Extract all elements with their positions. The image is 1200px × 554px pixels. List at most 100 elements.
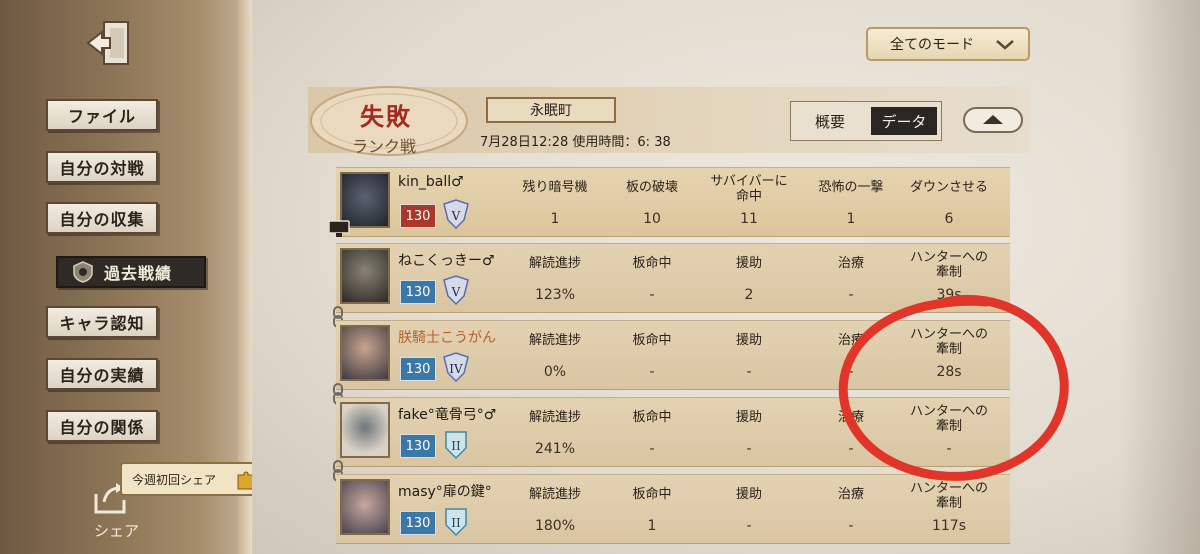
svg-text:V: V: [451, 209, 461, 223]
stat-label: ハンターへの 牽制: [909, 404, 988, 434]
sidebar-item-file[interactable]: ファイル: [46, 99, 158, 131]
player-name: kin_ball♂: [398, 174, 464, 190]
stat-value: 6: [944, 211, 954, 227]
stat-label: 援助: [735, 410, 762, 425]
stat-value: -: [746, 441, 752, 457]
stat-value: -: [746, 364, 752, 380]
share-label[interactable]: シェア: [94, 520, 139, 541]
stat-value: 11: [740, 211, 758, 227]
stat-value: 1: [550, 211, 560, 227]
player-row-hunter[interactable]: kin_ball♂ 130 V 残り暗号機 1 板の破壊 10 サバイバーに 命…: [336, 167, 1010, 237]
stat-value: -: [848, 518, 854, 534]
sidebar-item-my-collection[interactable]: 自分の収集: [46, 202, 158, 234]
match-mode: ランク戦: [352, 137, 417, 156]
stat-label: 板命中: [632, 256, 672, 271]
weekly-share-bonus[interactable]: 今週初回シェア: [120, 462, 268, 496]
stat-value: -: [848, 441, 854, 457]
svg-text:V: V: [451, 285, 461, 299]
stat-value: -: [848, 287, 854, 303]
stat-value: 10: [643, 211, 661, 227]
level-badge: 130: [400, 280, 436, 304]
level-badge: 130: [400, 511, 436, 535]
tab-summary[interactable]: 概要: [797, 107, 863, 135]
match-date-time: 7月28日12:28 使用時間：6: 38: [480, 135, 671, 150]
sidebar-item-past-records[interactable]: 過去戦績: [56, 256, 206, 288]
map-name: 永眠町: [486, 97, 616, 123]
spectate-monitor-icon[interactable]: [328, 220, 350, 238]
stat-value: 0%: [543, 364, 567, 380]
collapse-button[interactable]: [963, 107, 1023, 133]
stat-value: 241%: [534, 441, 576, 457]
stat-label: 恐怖の一撃: [818, 180, 884, 195]
stat-value: -: [649, 441, 655, 457]
edge-shadow: [1120, 0, 1200, 554]
stat-value: 1: [647, 518, 657, 534]
player-name: ねこくっきー♂: [398, 253, 495, 269]
sidebar-item-my-relations[interactable]: 自分の関係: [46, 410, 158, 442]
rank-emblem-icon: IV: [443, 352, 469, 383]
stat-label: 板命中: [632, 333, 672, 348]
stat-label: 援助: [735, 487, 762, 502]
stat-label: 治療: [837, 256, 864, 271]
player-row-survivor[interactable]: masy°扉の鍵° 130 II 解読進捗 180% 板命中 1 援助 - 治療…: [336, 474, 1010, 544]
survivor-avatar: [340, 325, 390, 381]
stat-value: 1: [846, 211, 856, 227]
stat-label: 解読進捗: [528, 333, 581, 348]
stat-label: 板命中: [632, 487, 672, 502]
rank-emblem-icon: V: [443, 199, 469, 230]
match-result: 失敗: [360, 103, 412, 131]
stat-label: ダウンさせる: [909, 180, 988, 195]
chevron-down-icon: [996, 40, 1014, 50]
stat-value: -: [649, 287, 655, 303]
player-row-survivor[interactable]: fake°竜骨弓°♂ 130 II 解読進捗 241% 板命中 - 援助 - 治…: [336, 397, 1010, 467]
rank-emblem-icon: V: [443, 275, 469, 306]
stat-label: 解読進捗: [528, 410, 581, 425]
rank-emblem-icon: II: [445, 431, 467, 460]
sidebar-item-my-matches[interactable]: 自分の対戦: [46, 151, 158, 183]
stat-value: 28s: [936, 364, 962, 380]
player-row-survivor[interactable]: 朕騎士こうがん 130 IV 解読進捗 0% 板命中 - 援助 - 治療 - ハ…: [336, 320, 1010, 390]
stat-label: 解読進捗: [528, 256, 581, 271]
stat-label: ハンターへの 牽制: [909, 250, 988, 280]
stat-value: 2: [744, 287, 754, 303]
stat-label: 援助: [735, 256, 762, 271]
player-name: masy°扉の鍵°: [398, 484, 492, 500]
stat-label: ハンターへの 牽制: [909, 327, 988, 357]
survivor-avatar: [340, 402, 390, 458]
stat-label: 治療: [837, 487, 864, 502]
level-badge: 130: [400, 357, 436, 381]
svg-text:II: II: [451, 439, 461, 453]
level-badge: 130: [400, 434, 436, 458]
stat-label: ハンターへの 牽制: [909, 481, 988, 511]
stat-value: -: [649, 364, 655, 380]
rank-emblem-icon: II: [445, 508, 467, 537]
exit-door-icon[interactable]: [84, 18, 134, 68]
mode-filter-dropdown[interactable]: 全てのモード: [866, 27, 1030, 61]
level-badge: 130: [400, 204, 436, 228]
chevron-up-icon: [983, 115, 1003, 124]
view-toggle: 概要 データ: [790, 101, 942, 141]
stat-label: 治療: [837, 333, 864, 348]
tab-data[interactable]: データ: [871, 107, 937, 135]
stat-label: 解読進捗: [528, 487, 581, 502]
sidebar-item-my-achievements[interactable]: 自分の実績: [46, 358, 158, 390]
stat-label: 残り暗号機: [522, 180, 588, 195]
stat-label: サバイバーに 命中: [710, 174, 788, 204]
player-name: fake°竜骨弓°♂: [398, 407, 497, 423]
stat-label: 治療: [837, 410, 864, 425]
stat-value: 39s: [936, 287, 962, 303]
stat-label: 援助: [735, 333, 762, 348]
stat-value: 180%: [534, 518, 576, 534]
stat-value: 123%: [534, 287, 576, 303]
player-row-survivor[interactable]: ねこくっきー♂ 130 V 解読進捗 123% 板命中 - 援助 2 治療 - …: [336, 243, 1010, 313]
stat-value: -: [946, 441, 952, 457]
svg-text:IV: IV: [449, 362, 463, 376]
stat-value: -: [746, 518, 752, 534]
stat-label: 板命中: [632, 410, 672, 425]
stat-label: 板の破壊: [625, 180, 678, 195]
stat-value: 117s: [931, 518, 966, 534]
stat-value: -: [848, 364, 854, 380]
svg-text:II: II: [451, 516, 461, 530]
badge-icon: [73, 261, 93, 283]
sidebar-item-character-recognition[interactable]: キャラ認知: [46, 306, 158, 338]
